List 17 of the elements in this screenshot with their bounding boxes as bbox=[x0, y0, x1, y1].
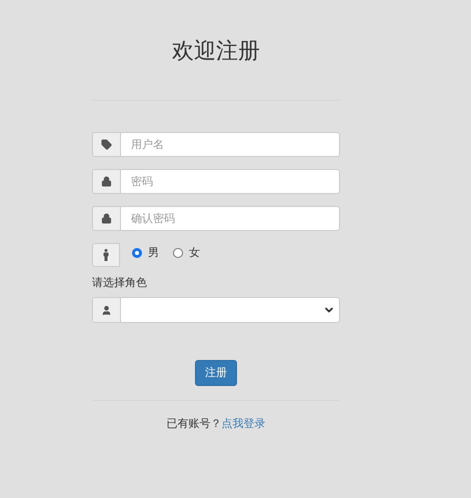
user-icon bbox=[101, 304, 112, 316]
lock-icon bbox=[101, 213, 112, 224]
register-button[interactable]: 注册 bbox=[195, 360, 237, 386]
radio-button[interactable] bbox=[132, 248, 142, 258]
input-field[interactable]: 密码 bbox=[120, 169, 340, 194]
radio-label: 女 bbox=[189, 245, 200, 261]
tag-icon bbox=[101, 139, 112, 150]
login-link[interactable]: 点我登录 bbox=[222, 416, 266, 432]
page-title: 欢迎注册 bbox=[171, 38, 261, 66]
input-field[interactable]: 用户名 bbox=[120, 132, 340, 157]
footer-text: 已有账号？ bbox=[166, 416, 222, 432]
person-icon bbox=[103, 249, 109, 261]
lock-icon bbox=[101, 176, 112, 187]
radio-button[interactable] bbox=[173, 248, 183, 258]
input-field[interactable]: 确认密码 bbox=[120, 206, 340, 231]
role-label: 请选择角色 bbox=[92, 276, 148, 290]
radio-label: 男 bbox=[148, 245, 159, 261]
